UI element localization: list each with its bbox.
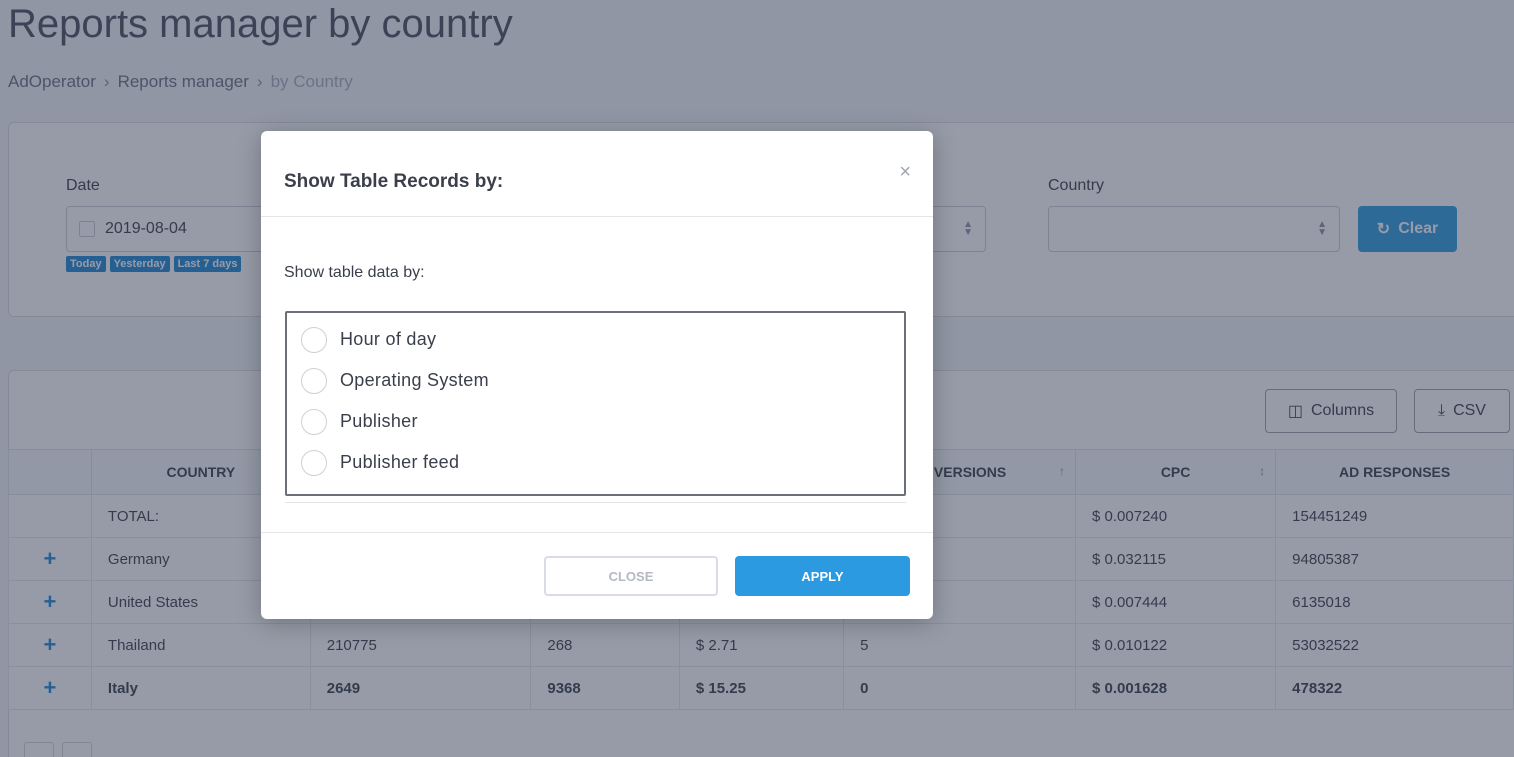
radio-button[interactable] [301, 408, 327, 435]
radio-button[interactable] [301, 367, 327, 394]
modal-divider [261, 532, 933, 533]
option-operating-system[interactable]: Operating System [287, 360, 904, 401]
option-label: Operating System [340, 370, 489, 390]
close-icon[interactable]: × [899, 161, 911, 184]
option-label: Publisher [340, 411, 418, 431]
option-hour-of-day[interactable]: Hour of day [287, 319, 904, 360]
option-label: Publisher feed [340, 452, 460, 472]
modal-subtitle: Show table data by: [284, 264, 425, 281]
radio-button[interactable] [301, 326, 327, 353]
option-label: Hour of day [340, 329, 437, 349]
modal-apply-button[interactable]: APPLY [735, 556, 910, 596]
modal-title: Show Table Records by: [284, 171, 504, 192]
modal-close-button[interactable]: CLOSE [544, 556, 718, 596]
modal-divider [285, 502, 906, 503]
modal-divider [261, 216, 933, 217]
show-records-modal: Show Table Records by: × Show table data… [261, 131, 933, 619]
radio-button[interactable] [301, 449, 327, 476]
option-publisher-feed[interactable]: Publisher feed [287, 442, 904, 483]
group-by-options: Hour of day Operating System Publisher P… [285, 311, 906, 496]
option-publisher[interactable]: Publisher [287, 401, 904, 442]
